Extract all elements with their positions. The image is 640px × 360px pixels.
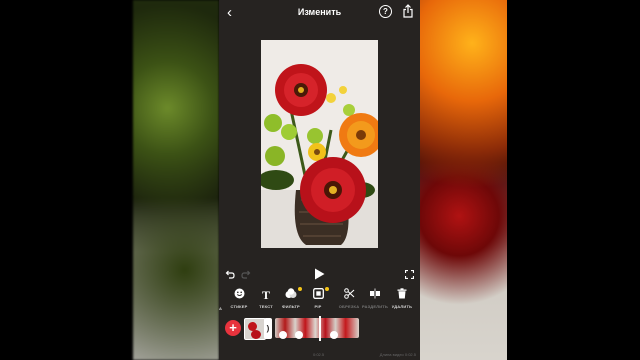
trim-handle-icon[interactable]: ) [264,318,272,339]
top-bar: ‹ Изменить ? [219,0,420,26]
playback-controls [219,264,420,286]
smiley-icon [224,288,254,302]
transition-icon[interactable] [295,331,303,339]
tool-label: СТИКЕР [230,304,248,309]
play-icon[interactable] [314,268,325,280]
timeline-footer: 0:02.5 Длина видео 0:02.5 [219,350,420,360]
current-time: 0:02.5 [313,352,325,357]
playhead[interactable] [319,316,321,341]
new-badge-dot [298,287,302,291]
tool-filter[interactable]: ФИЛЬТР [276,287,306,309]
add-clip-button[interactable]: + [225,320,241,336]
flower-image [261,40,378,248]
new-badge-dot [325,287,329,291]
tool-label: УДАЛИТЬ [391,304,413,309]
share-icon[interactable] [403,4,413,18]
transition-icon[interactable] [279,331,287,339]
partial-tool-label: А [219,306,222,311]
video-preview[interactable] [261,40,378,248]
video-length: Длина видео 0:02.5 [379,352,416,357]
undo-icon[interactable] [225,269,235,279]
tool-sticker[interactable]: СТИКЕР [224,288,254,309]
tools-bar: А СТИКЕР T ТЕКСТ ФИЛЬТР PIP ОБРЕЗКА РАЗД… [219,287,420,314]
tool-label: ФИЛЬТР [282,304,300,309]
tool-delete[interactable]: УДАЛИТЬ [387,288,417,309]
timeline[interactable]: + ) [219,316,420,342]
blurred-background-left [133,0,219,360]
split-icon [360,288,390,302]
tool-pip[interactable]: PIP [303,287,333,309]
tool-label: РАЗДЕЛИТЬ [361,304,389,309]
editor-panel: ‹ Изменить ? А СТИКЕР T ТЕКСТ ФИЛЬТР PIP… [219,0,420,360]
blurred-background-right [420,0,507,360]
trash-icon [387,288,417,302]
timeline-clip-strip[interactable] [275,318,359,338]
redo-icon [241,270,251,279]
transition-icon[interactable] [330,331,338,339]
help-icon[interactable]: ? [379,5,392,18]
tool-label: PIP [314,304,322,309]
tool-split[interactable]: РАЗДЕЛИТЬ [360,288,390,309]
fullscreen-icon[interactable] [405,270,414,279]
timeline-clip-selected[interactable] [244,318,266,340]
